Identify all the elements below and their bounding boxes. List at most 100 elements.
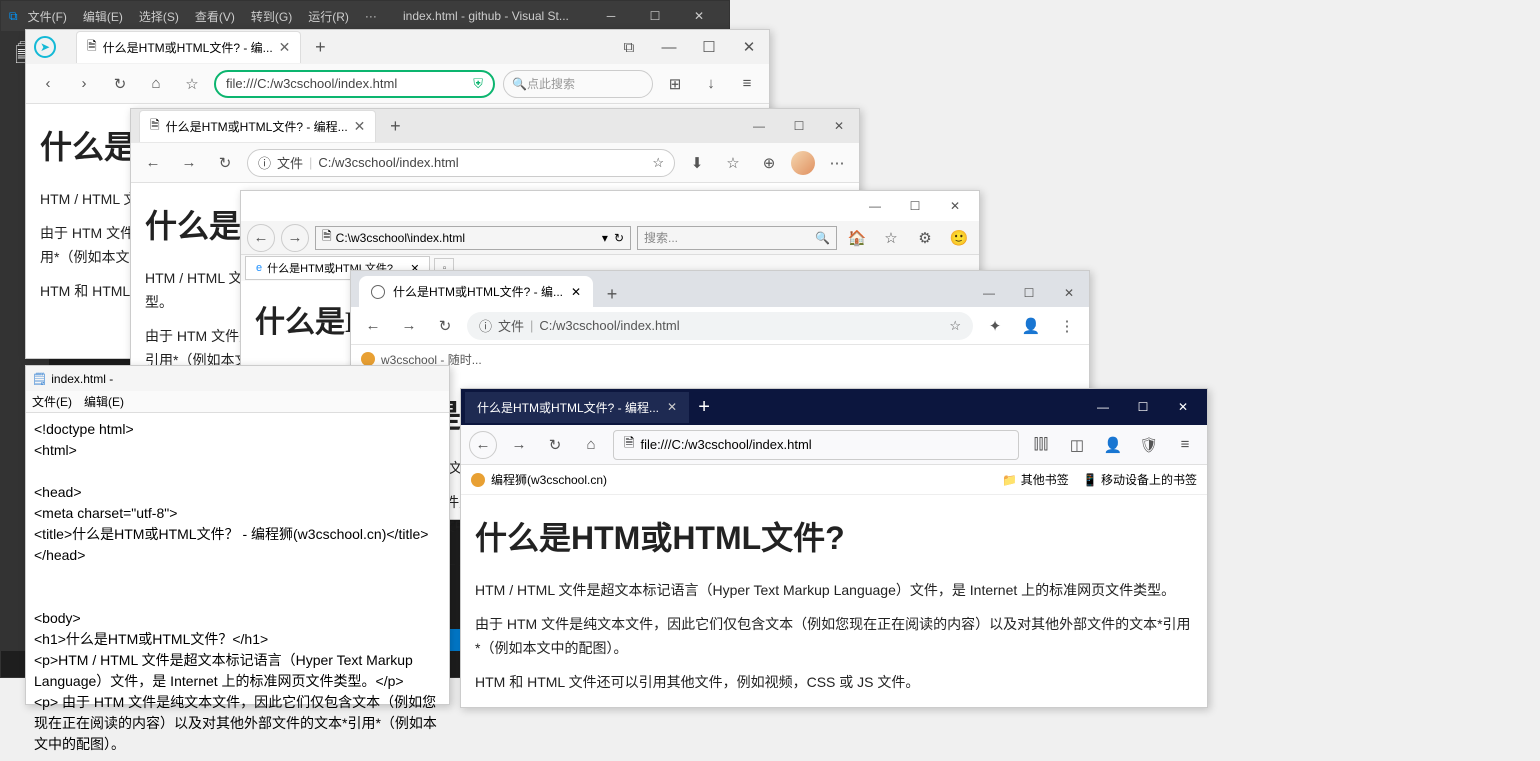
- close-button[interactable]: ✕: [1049, 279, 1089, 307]
- close-button[interactable]: ✕: [1163, 393, 1203, 421]
- menu-icon[interactable]: ⋮: [1053, 312, 1081, 340]
- notepad-content[interactable]: <!doctype html><html> <head><meta charse…: [26, 413, 449, 761]
- close-button[interactable]: ✕: [677, 1, 721, 31]
- new-tab-button[interactable]: +: [382, 113, 408, 139]
- profile-icon[interactable]: 👤: [1017, 312, 1045, 340]
- reload-icon[interactable]: ↻: [211, 149, 239, 177]
- back-icon[interactable]: ←: [469, 431, 497, 459]
- minimize-button[interactable]: ─: [589, 1, 633, 31]
- menu-run[interactable]: 运行(R): [302, 6, 355, 27]
- pip-icon[interactable]: ⧉: [615, 33, 643, 61]
- account-icon[interactable]: 👤: [1099, 431, 1127, 459]
- address-text: C:/w3cschool/index.html: [539, 318, 679, 333]
- close-icon[interactable]: ✕: [571, 285, 581, 299]
- star-icon[interactable]: ☆: [949, 318, 961, 334]
- menu-icon[interactable]: ≡: [1171, 431, 1199, 459]
- minimize-button[interactable]: —: [1083, 393, 1123, 421]
- close-icon[interactable]: ✕: [667, 400, 677, 414]
- minimize-button[interactable]: —: [655, 33, 683, 61]
- bookmark-site[interactable]: 编程狮(w3cschool.cn): [491, 471, 607, 488]
- menu-file[interactable]: 文件(E): [32, 393, 72, 410]
- dropdown-icon[interactable]: ▾: [602, 231, 608, 245]
- home-icon[interactable]: 🏠: [843, 224, 871, 252]
- new-tab-button[interactable]: +: [599, 281, 625, 307]
- maximize-button[interactable]: ☐: [895, 192, 935, 220]
- search-icon[interactable]: 🔍: [815, 231, 830, 245]
- info-icon[interactable]: ⓘ: [479, 316, 492, 335]
- shield-icon[interactable]: ⛨: [473, 76, 483, 92]
- close-button[interactable]: ✕: [819, 112, 859, 140]
- address-bar[interactable]: ⓘ 文件 | C:/w3cschool/index.html ☆: [247, 149, 675, 177]
- home-icon[interactable]: ⌂: [142, 70, 170, 98]
- forward-icon[interactable]: →: [505, 431, 533, 459]
- star-icon[interactable]: ☆: [178, 70, 206, 98]
- download-icon[interactable]: ↓: [697, 70, 725, 98]
- browser-tab[interactable]: 什么是HTM或HTML文件? - 编... ✕: [359, 276, 593, 307]
- page-p1: HTM / HTML 文件是超文本标记语言（Hyper Text Markup …: [475, 579, 1193, 603]
- menu-view[interactable]: 查看(V): [189, 6, 241, 27]
- menu-more[interactable]: ···: [359, 7, 383, 25]
- close-button[interactable]: ✕: [735, 33, 763, 61]
- info-icon[interactable]: ⓘ: [258, 153, 271, 172]
- back-icon[interactable]: ←: [139, 149, 167, 177]
- maximize-button[interactable]: ☐: [1009, 279, 1049, 307]
- reload-icon[interactable]: ↻: [614, 231, 624, 245]
- home-icon[interactable]: ⌂: [577, 431, 605, 459]
- sidebar-icon[interactable]: ◫: [1063, 431, 1091, 459]
- reload-icon[interactable]: ↻: [106, 70, 134, 98]
- maximize-button[interactable]: ☐: [779, 112, 819, 140]
- menu-file[interactable]: 文件(F): [22, 6, 73, 27]
- maximize-button[interactable]: ☐: [695, 33, 723, 61]
- forward-icon[interactable]: →: [395, 312, 423, 340]
- menu-go[interactable]: 转到(G): [245, 6, 298, 27]
- search-box[interactable]: 搜索... 🔍: [637, 226, 837, 250]
- menu-edit[interactable]: 编辑(E): [77, 6, 129, 27]
- extensions-icon[interactable]: ✦: [981, 312, 1009, 340]
- collections-icon[interactable]: ⊕: [755, 149, 783, 177]
- forward-icon[interactable]: ›: [70, 70, 98, 98]
- address-bar[interactable]: file:///C:/w3cschool/index.html ⛨: [214, 70, 495, 98]
- address-bar[interactable]: ⓘ 文件 | C:/w3cschool/index.html ☆: [467, 312, 973, 340]
- settings-icon[interactable]: ⚙: [911, 224, 939, 252]
- close-icon[interactable]: ✕: [279, 39, 291, 56]
- new-tab-button[interactable]: +: [689, 392, 719, 422]
- close-button[interactable]: ✕: [935, 192, 975, 220]
- menu-selection[interactable]: 选择(S): [133, 6, 185, 27]
- forward-icon[interactable]: →: [175, 149, 203, 177]
- menu-icon[interactable]: ⋯: [823, 149, 851, 177]
- reload-icon[interactable]: ↻: [541, 431, 569, 459]
- address-bar[interactable]: 🗎 file:///C:/w3cschool/index.html: [613, 430, 1019, 460]
- bm-mobile[interactable]: 📱 移动设备上的书签: [1083, 471, 1197, 488]
- bm-folder[interactable]: 📁 其他书签: [1002, 471, 1068, 488]
- reload-icon[interactable]: ↻: [431, 312, 459, 340]
- extension-icon[interactable]: ⬇: [683, 149, 711, 177]
- grid-icon[interactable]: ⊞: [661, 70, 689, 98]
- site-icon: [361, 352, 375, 366]
- back-icon[interactable]: ←: [247, 224, 275, 252]
- shield-icon[interactable]: 🛡: [1135, 431, 1163, 459]
- search-box[interactable]: 🔍 点此搜索: [503, 70, 653, 98]
- close-icon[interactable]: ✕: [354, 118, 366, 135]
- menu-icon[interactable]: ≡: [733, 70, 761, 98]
- minimize-button[interactable]: —: [855, 192, 895, 220]
- forward-icon[interactable]: →: [281, 224, 309, 252]
- minimize-button[interactable]: —: [739, 112, 779, 140]
- minimize-button[interactable]: —: [969, 279, 1009, 307]
- smiley-icon[interactable]: 🙂: [945, 224, 973, 252]
- library-icon[interactable]: ⫿⫿⫿: [1027, 431, 1055, 459]
- back-icon[interactable]: ←: [359, 312, 387, 340]
- maximize-button[interactable]: ☐: [1123, 393, 1163, 421]
- tab-title: 什么是HTM或HTML文件? - 编...: [103, 39, 273, 56]
- profile-avatar[interactable]: [791, 151, 815, 175]
- favorites-icon[interactable]: ☆: [877, 224, 905, 252]
- browser-tab[interactable]: 什么是HTM或HTML文件? - 编程... ✕: [465, 392, 689, 423]
- back-icon[interactable]: ‹: [34, 70, 62, 98]
- favorites-icon[interactable]: ☆: [719, 149, 747, 177]
- star-icon[interactable]: ☆: [652, 155, 664, 171]
- menu-edit[interactable]: 编辑(E): [84, 393, 124, 410]
- address-bar[interactable]: 🗎 C:\w3cschool\index.html ▾ ↻: [315, 226, 631, 250]
- new-tab-button[interactable]: +: [307, 34, 333, 60]
- browser-tab[interactable]: 🗎 什么是HTM或HTML文件? - 编... ✕: [76, 31, 301, 63]
- maximize-button[interactable]: ☐: [633, 1, 677, 31]
- browser-tab[interactable]: 🗎 什么是HTM或HTML文件? - 编程... ✕: [139, 110, 376, 142]
